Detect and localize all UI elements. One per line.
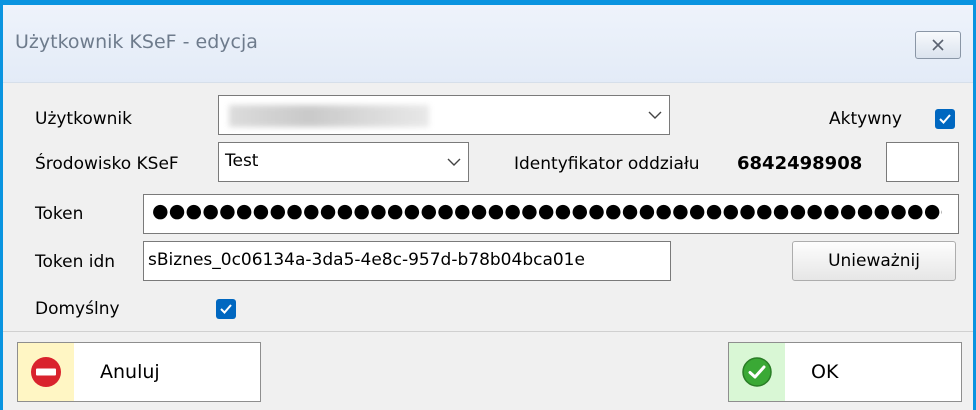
check-circle-icon	[742, 357, 772, 387]
active-checkbox[interactable]	[935, 109, 955, 129]
check-icon	[220, 304, 232, 314]
default-checkbox[interactable]	[216, 299, 236, 319]
check-icon	[939, 114, 951, 124]
window-title: Użytkownik KSeF - edycja	[15, 31, 258, 53]
active-label: Aktywny	[829, 109, 902, 129]
chevron-down-icon	[442, 143, 466, 181]
token-value: ●●●●●●●●●●●●●●●●●●●●●●●●●●●●●●●●●●●●●●●●…	[152, 200, 942, 222]
ok-label: OK	[811, 361, 839, 383]
invalidate-button[interactable]: Unieważnij	[792, 241, 956, 281]
footer: Anuluj OK	[3, 331, 973, 410]
title-bar[interactable]: Użytkownik KSeF - edycja	[3, 5, 973, 83]
cancel-button[interactable]: Anuluj	[17, 342, 261, 402]
close-button[interactable]	[915, 31, 961, 59]
env-label: Środowisko KSeF	[35, 154, 179, 174]
no-entry-icon	[31, 357, 61, 387]
ok-button[interactable]: OK	[728, 342, 962, 402]
form-area: Użytkownik Aktywny Środowisko KSeF Test …	[3, 84, 973, 330]
dialog-window: Użytkownik KSeF - edycja Użytkownik Akty…	[0, 0, 976, 410]
invalidate-label: Unieważnij	[828, 251, 920, 271]
user-combo[interactable]	[218, 95, 670, 135]
close-icon	[932, 39, 944, 51]
branch-extra-input[interactable]	[886, 142, 959, 182]
token-input[interactable]: ●●●●●●●●●●●●●●●●●●●●●●●●●●●●●●●●●●●●●●●●…	[143, 194, 959, 234]
env-combo[interactable]: Test	[218, 142, 469, 182]
token-idn-label: Token idn	[35, 252, 116, 272]
chevron-down-icon	[643, 96, 667, 134]
env-value: Test	[225, 151, 259, 171]
cancel-label: Anuluj	[100, 361, 160, 383]
cancel-icon-box	[18, 343, 74, 401]
token-idn-input[interactable]: sBiznes_0c06134a-3da5-4e8c-957d-b78b04bc…	[143, 241, 671, 281]
token-label: Token	[35, 204, 84, 224]
branch-label: Identyfikator oddziału	[514, 154, 700, 174]
branch-value: 6842498908	[737, 153, 863, 174]
default-label: Domyślny	[35, 299, 120, 319]
user-value-redacted	[229, 105, 429, 127]
user-label: Użytkownik	[35, 109, 132, 129]
token-idn-value: sBiznes_0c06134a-3da5-4e8c-957d-b78b04bc…	[148, 250, 585, 270]
ok-icon-box	[729, 343, 785, 401]
